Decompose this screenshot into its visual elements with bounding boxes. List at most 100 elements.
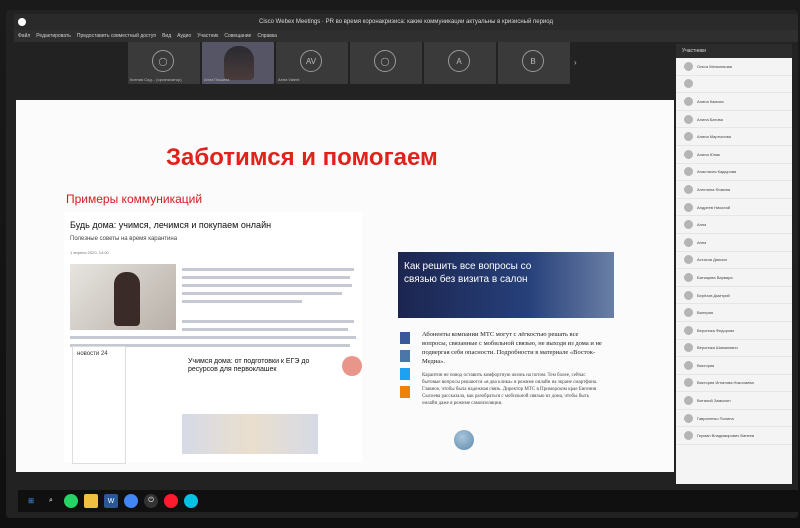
video-tile[interactable]: B [498, 42, 570, 84]
participants-panel: Участники Ольга Мельникова Алина Камхиа Ал… [676, 44, 792, 484]
menu-edit[interactable]: Редактировать [36, 33, 71, 39]
participant-row[interactable]: Андреев Николай [676, 199, 792, 217]
avatar [684, 167, 693, 177]
tile-name: Ксения Сид... (организатор) [130, 77, 182, 82]
menu-audio[interactable]: Аудио [177, 33, 191, 39]
video-tile[interactable]: A [424, 42, 496, 84]
participant-row[interactable]: Алина Батова [676, 111, 792, 129]
participant-row[interactable]: Алина Юнак [676, 146, 792, 164]
article2-photo [182, 414, 318, 454]
word-icon[interactable]: W [104, 494, 118, 508]
avatar: AV [300, 50, 322, 72]
video-tile-active[interactable]: Анна Пашина [202, 42, 274, 84]
participant-name: Алина Юнак [697, 151, 721, 157]
avatar [684, 431, 693, 441]
opera-icon[interactable] [164, 494, 178, 508]
chevron-right-icon[interactable]: › [574, 58, 577, 67]
shared-slide: Заботимся и помогаем Примеры коммуникаци… [16, 100, 674, 472]
participant-name: Астахов Даниил [697, 257, 728, 263]
participant-row[interactable]: Вероника Шиманович [676, 340, 792, 358]
participant-row[interactable]: Валерия [676, 304, 792, 322]
participant-name: Вероника Шиманович [697, 345, 738, 351]
participant-row[interactable]: Берёзов Дмитрий [676, 287, 792, 305]
article2-headline: Учимся дома: от подготовки к ЕГЭ до ресу… [188, 358, 310, 373]
menu-view[interactable]: Вид [162, 33, 171, 39]
whatsapp-icon[interactable] [64, 494, 78, 508]
avatar [684, 220, 693, 230]
menu-meeting[interactable]: Совещание [224, 33, 251, 39]
participant-name: Алина Камхиа [697, 98, 724, 104]
participant-name: Берёзов Дмитрий [697, 292, 730, 298]
slide-subtitle: Примеры коммуникаций [66, 192, 203, 206]
avatar [684, 325, 693, 335]
chrome-icon[interactable] [124, 494, 138, 508]
vk-icon[interactable] [400, 350, 410, 362]
participant-name: Виктория [697, 362, 715, 368]
avatar [684, 308, 693, 318]
participant-row[interactable]: Гавриленко Полина [676, 410, 792, 428]
participant-row[interactable]: Анастасия Кадырова [676, 164, 792, 182]
chat-bubble-icon[interactable] [454, 430, 474, 450]
menu-participant[interactable]: Участник [197, 33, 218, 39]
menu-help[interactable]: Справка [257, 33, 277, 39]
text-line [182, 300, 302, 303]
explorer-folder-icon[interactable] [84, 494, 98, 508]
participant-row[interactable]: Герман Владимирович Ванеев [676, 427, 792, 446]
title-bar: Cisco Webex Meetings · PR во время корон… [14, 14, 798, 30]
participant-row[interactable] [676, 76, 792, 94]
text-line [182, 320, 354, 323]
participant-row[interactable]: Анна [676, 234, 792, 252]
avatar [684, 202, 693, 212]
article-photo [70, 264, 176, 330]
search-icon[interactable]: ⌕ [44, 494, 58, 508]
participant-row[interactable]: Виктория Игнатова Николаева [676, 375, 792, 393]
article-subhead: Полезные советы на время карантина [70, 236, 178, 242]
participant-name: Ольга Мельникова [697, 63, 732, 69]
participant-name: Гавриленко Полина [697, 415, 734, 421]
video-tile[interactable]: AV Анна Valent [276, 42, 348, 84]
news-header: новости 24 [77, 351, 108, 357]
twitter-icon[interactable] [400, 368, 410, 380]
participant-name: Андреев Николай [697, 204, 730, 210]
participant-row[interactable]: Анна [676, 216, 792, 234]
menu-file[interactable]: Файл [18, 33, 30, 39]
participant-row[interactable]: Ангелина Фомина [676, 181, 792, 199]
participant-row[interactable]: Батищева Варвара [676, 269, 792, 287]
avatar [684, 360, 693, 370]
participant-row[interactable]: Виталий Замыхин [676, 392, 792, 410]
participant-name: Батищева Варвара [697, 274, 733, 280]
avatar [684, 255, 693, 265]
participants-list: Ольга Мельникова Алина Камхиа Алина Батова… [676, 58, 792, 446]
mts-body-text-1: Абоненты компании МТС могут с лёгкостью … [422, 331, 602, 365]
participant-video [224, 46, 254, 80]
avatar [684, 114, 693, 124]
participant-row[interactable]: Астахов Даниил [676, 252, 792, 270]
participant-row[interactable]: Ольга Мельникова [676, 58, 792, 76]
windows-start-icon[interactable]: ⊞ [24, 494, 38, 508]
odnoklassniki-icon[interactable] [400, 386, 410, 398]
video-tile[interactable]: ◯ [350, 42, 422, 84]
participant-row[interactable]: Алина Мартынова [676, 128, 792, 146]
monitor-screen: Cisco Webex Meetings · PR во время корон… [0, 0, 800, 528]
social-share-column [400, 332, 410, 404]
video-tile[interactable]: ◯ Ксения Сид... (организатор) [128, 42, 200, 84]
participant-row[interactable]: Вероника Федорова [676, 322, 792, 340]
text-line [182, 328, 348, 331]
menu-bar: Файл Редактировать Предоставить совместн… [14, 30, 798, 42]
power-icon[interactable]: ⏻ [144, 494, 158, 508]
mts-banner-title: Как решить все вопросы со связью без виз… [404, 261, 532, 285]
share-control-button[interactable] [342, 356, 362, 376]
menu-share[interactable]: Предоставить совместный доступ [77, 33, 156, 39]
participant-name: Виталий Замыхин [697, 398, 731, 404]
avatar [684, 272, 693, 282]
participants-header: Участники [676, 44, 792, 58]
avatar [684, 184, 693, 194]
participant-row[interactable]: Алина Камхиа [676, 93, 792, 111]
avatar: B [522, 50, 544, 72]
facebook-icon[interactable] [400, 332, 410, 344]
tile-name: Анна Valent [278, 77, 300, 82]
text-line [182, 276, 350, 279]
webex-icon[interactable] [184, 494, 198, 508]
participant-row[interactable]: Виктория [676, 357, 792, 375]
participant-name: Анастасия Кадырова [697, 169, 737, 175]
